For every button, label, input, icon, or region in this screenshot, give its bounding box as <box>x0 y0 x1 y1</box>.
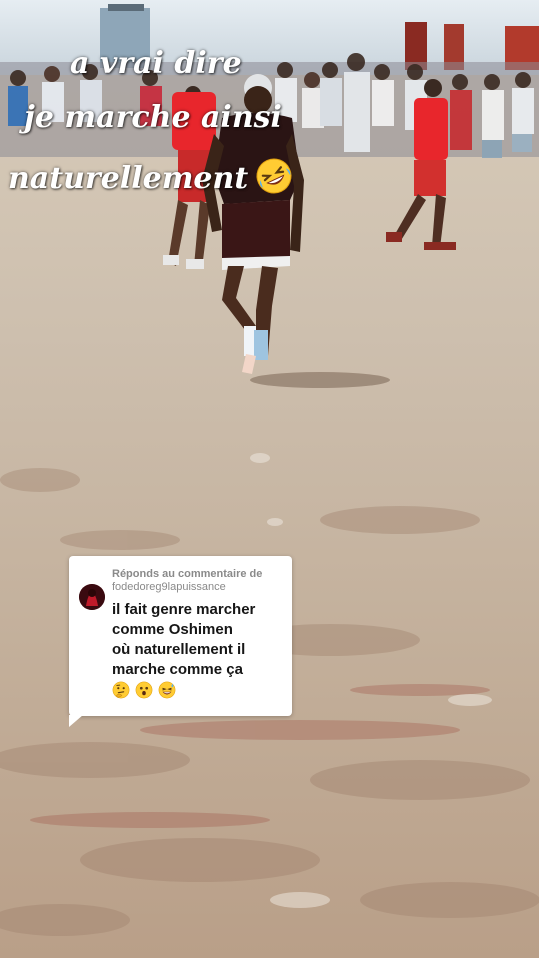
comment-line-3: où naturellement il <box>112 641 246 658</box>
video-background <box>0 0 539 958</box>
reply-card-tail <box>69 715 83 727</box>
avatar <box>79 584 105 610</box>
thinking-face-emoji-icon <box>112 681 130 699</box>
reply-comment-card[interactable]: Réponds au commentaire de fodedoreg9lapu… <box>69 556 292 727</box>
reply-header: Réponds au commentaire de fodedoreg9lapu… <box>112 568 287 594</box>
caption-line-1: a vrai dire <box>70 46 242 81</box>
comment-line-4: marche comme ça <box>112 661 243 678</box>
astonished-face-emoji-icon <box>135 681 153 699</box>
grinning-sweat-emoji-icon <box>158 681 176 699</box>
comment-line-2: comme Oshimen <box>112 621 233 638</box>
comment-emojis <box>112 681 290 701</box>
caption-line-3: naturellement <box>8 156 539 197</box>
reply-comment-text: il fait genre marcher comme Oshimen où n… <box>112 600 290 701</box>
reply-header-label: Réponds au commentaire de <box>112 568 263 580</box>
comment-line-1: il fait genre marcher <box>112 601 256 618</box>
caption-line-3-text: naturellement <box>8 161 249 196</box>
reply-username[interactable]: fodedoreg9lapuissance <box>112 581 287 594</box>
rolling-on-floor-laughing-emoji-icon <box>256 158 292 194</box>
caption-line-2: je marche ainsi <box>24 100 282 135</box>
